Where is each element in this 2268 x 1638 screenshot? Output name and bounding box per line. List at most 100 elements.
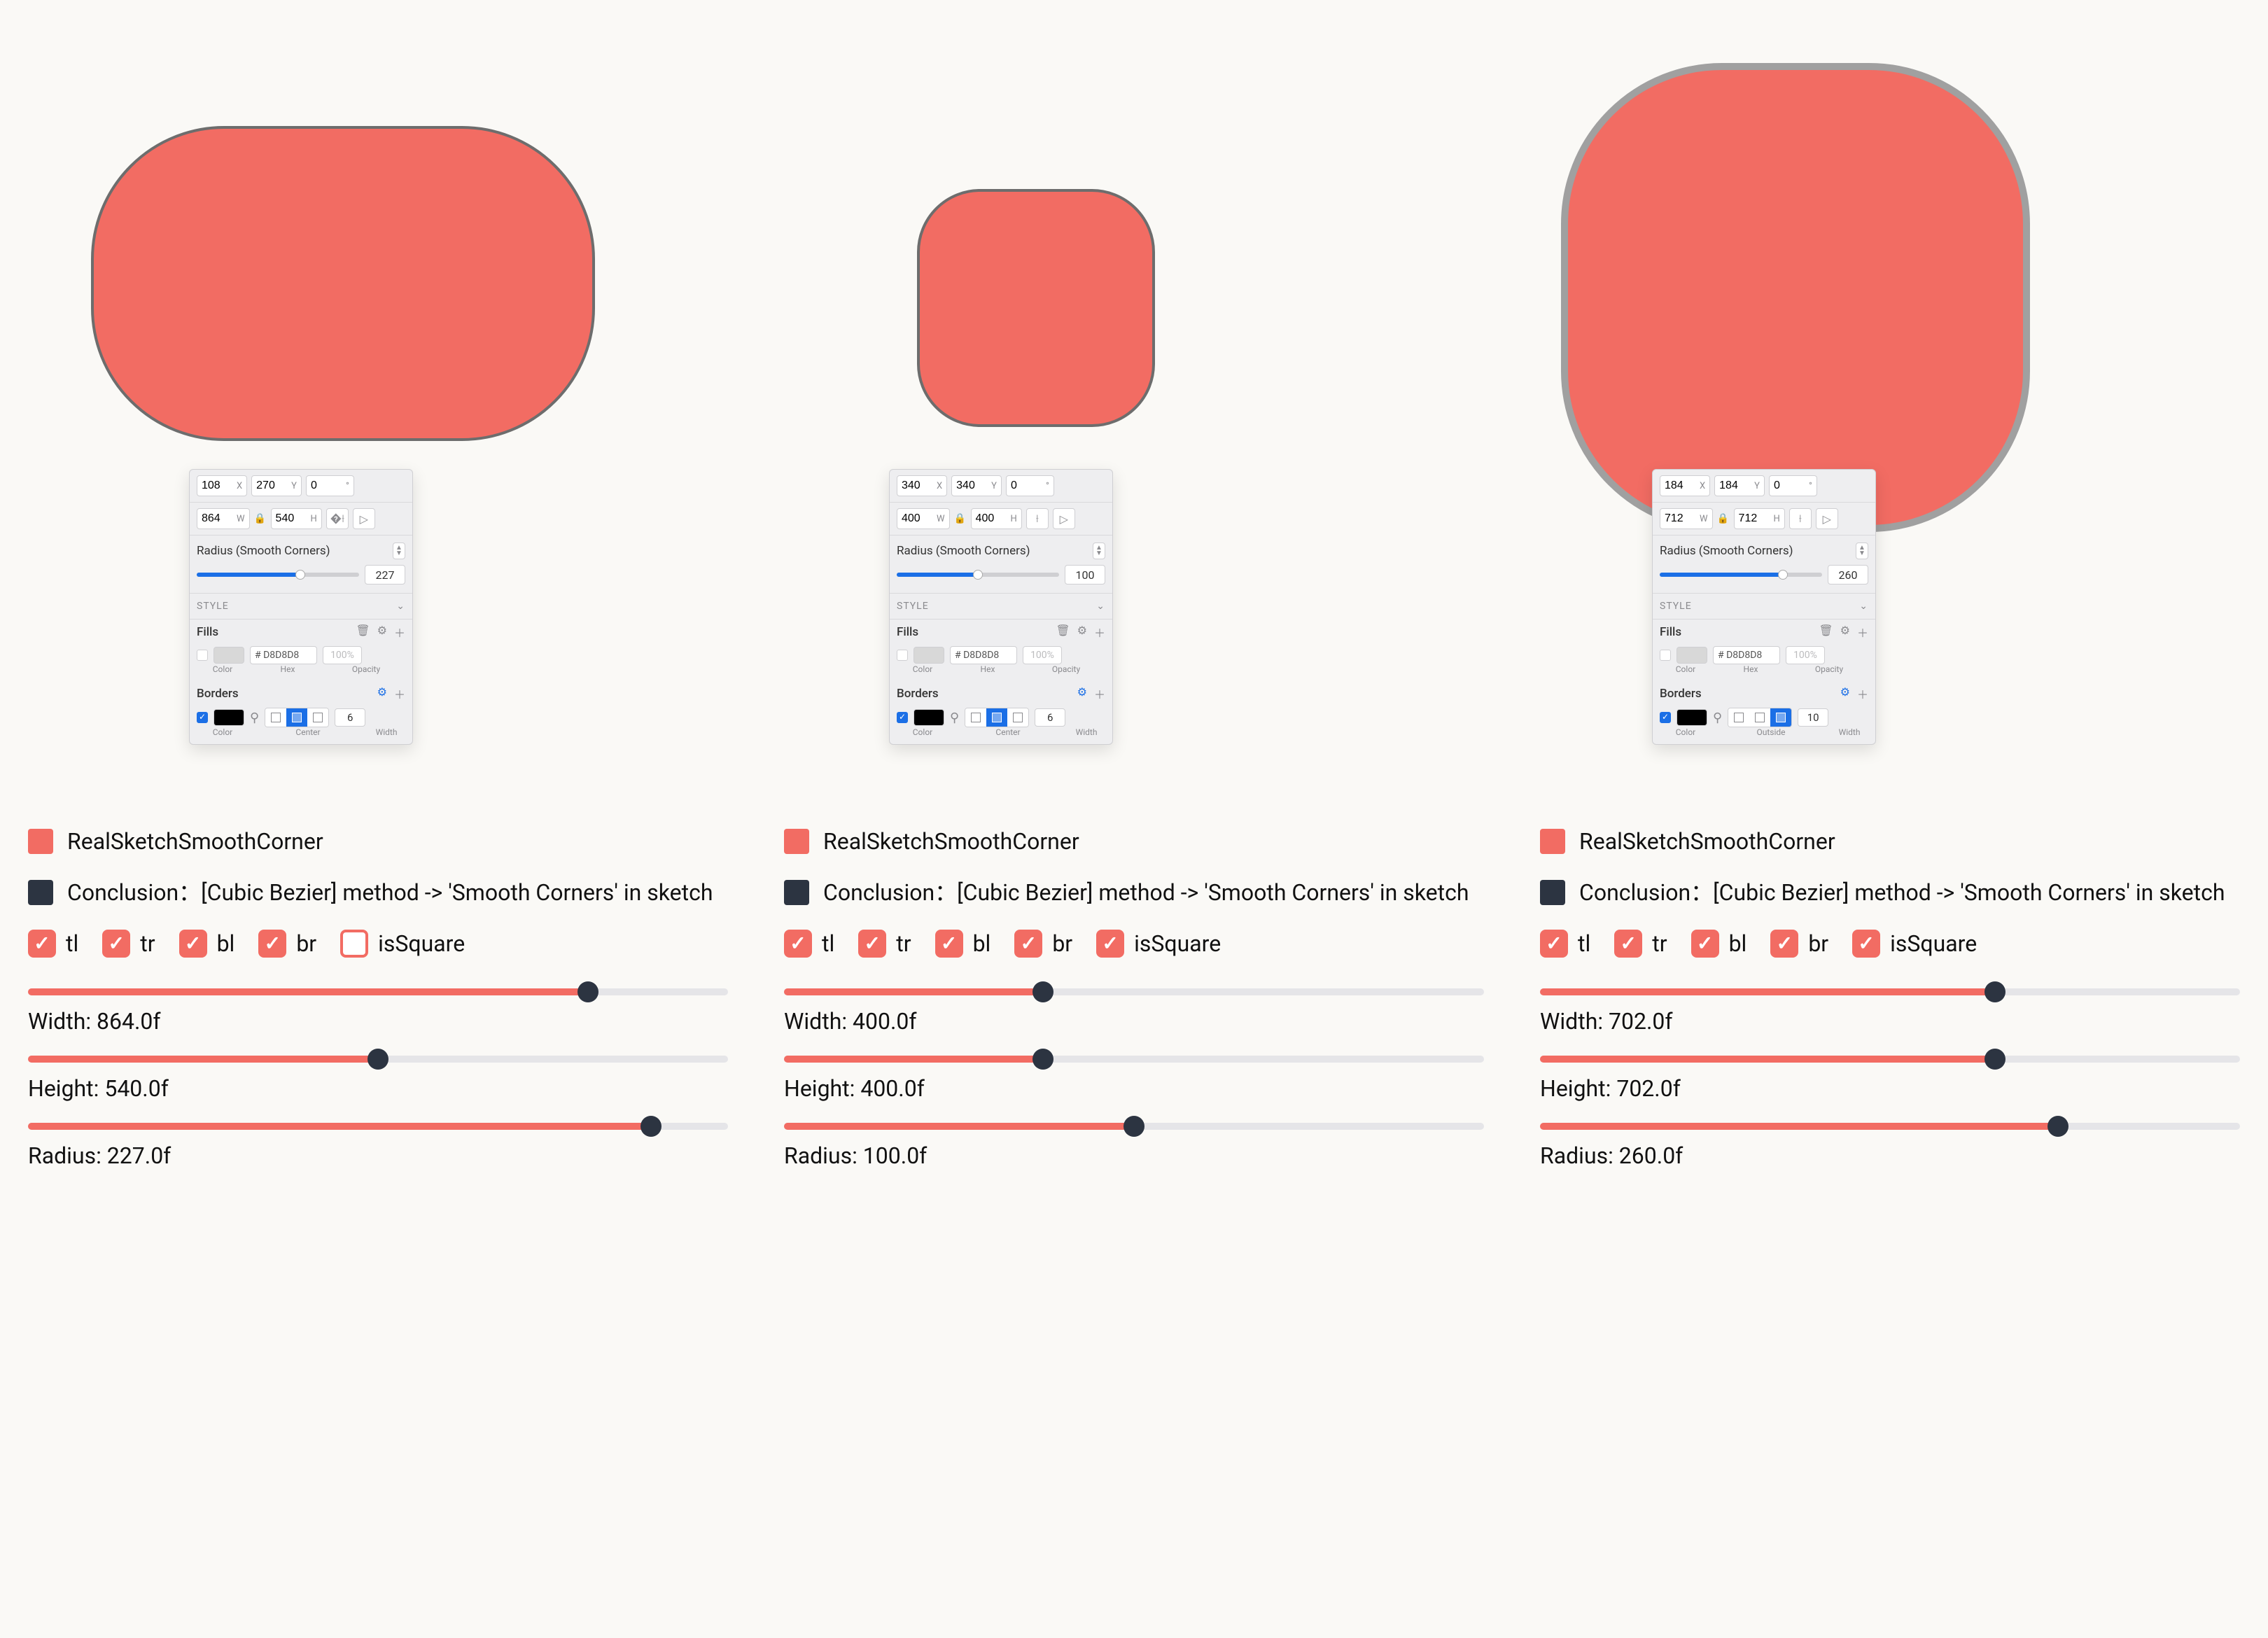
lock-icon[interactable]: 🔒 <box>254 512 267 525</box>
fill-opacity-field[interactable]: 100% <box>323 646 362 664</box>
width-slider[interactable] <box>1540 988 2240 995</box>
height-slider[interactable] <box>784 1056 1484 1063</box>
checkbox-bl[interactable] <box>179 930 207 958</box>
border-position-toggle[interactable] <box>265 708 329 727</box>
fill-hex-field[interactable]: # D8D8D8 <box>950 646 1017 664</box>
lock-icon[interactable]: 🔒 <box>954 512 967 525</box>
plus-icon[interactable]: ＋ <box>1094 624 1105 640</box>
border-inside-icon[interactable] <box>965 708 986 727</box>
fill-opacity-field[interactable]: 100% <box>1023 646 1062 664</box>
border-swatch[interactable] <box>913 709 944 726</box>
border-width-field[interactable]: 10 <box>1798 708 1828 727</box>
checkbox-bl[interactable] <box>1691 930 1719 958</box>
flip-h-button[interactable]: ⟊ <box>1789 508 1812 529</box>
link-icon[interactable]: ⚲ <box>950 710 959 725</box>
link-icon[interactable]: ⚲ <box>250 710 259 725</box>
checkbox-bl[interactable] <box>935 930 963 958</box>
checkbox-tl[interactable] <box>1540 930 1568 958</box>
radius-slider[interactable] <box>897 573 1059 577</box>
style-section-header[interactable]: STYLE⌄ <box>890 594 1112 620</box>
radius-main-slider[interactable] <box>1540 1123 2240 1130</box>
checkbox-issquare[interactable] <box>1852 930 1880 958</box>
checkbox-tr[interactable] <box>858 930 886 958</box>
gear-icon[interactable]: ⚙ <box>1840 685 1850 702</box>
radius-value[interactable]: 227 <box>365 565 405 584</box>
lock-icon[interactable]: 🔒 <box>1717 512 1730 525</box>
angle-field[interactable]: ° <box>1006 475 1054 496</box>
border-position-toggle[interactable] <box>965 708 1029 727</box>
checkbox-br[interactable] <box>1770 930 1798 958</box>
w-field[interactable]: W <box>197 508 250 529</box>
height-slider[interactable] <box>28 1056 728 1063</box>
fill-enabled-checkbox[interactable] <box>897 650 908 661</box>
border-enabled-checkbox[interactable] <box>197 712 208 723</box>
border-width-field[interactable]: 6 <box>1035 708 1065 727</box>
border-swatch[interactable] <box>1676 709 1707 726</box>
border-inside-icon[interactable] <box>265 708 286 727</box>
radius-slider[interactable] <box>197 573 359 577</box>
radius-main-slider[interactable] <box>784 1123 1484 1130</box>
angle-field[interactable]: ° <box>1769 475 1817 496</box>
fill-swatch[interactable] <box>214 647 244 664</box>
checkbox-issquare[interactable] <box>1096 930 1124 958</box>
h-field[interactable]: H <box>271 508 322 529</box>
trash-icon[interactable]: 🗑 <box>1819 624 1833 640</box>
flip-v-button[interactable]: ▷ <box>353 508 375 529</box>
fill-swatch[interactable] <box>913 647 944 664</box>
radius-value[interactable]: 260 <box>1828 565 1868 584</box>
border-inside-icon[interactable] <box>1728 708 1749 727</box>
gear-icon[interactable]: ⚙ <box>1077 624 1087 640</box>
plus-icon[interactable]: ＋ <box>1857 685 1868 702</box>
gear-icon[interactable]: ⚙ <box>377 624 387 640</box>
checkbox-tr[interactable] <box>1614 930 1642 958</box>
checkbox-br[interactable] <box>1014 930 1042 958</box>
fill-hex-field[interactable]: # D8D8D8 <box>1713 646 1780 664</box>
plus-icon[interactable]: ＋ <box>1857 624 1868 640</box>
radius-main-slider[interactable] <box>28 1123 728 1130</box>
height-slider[interactable] <box>1540 1056 2240 1063</box>
trash-icon[interactable]: 🗑 <box>1056 624 1070 640</box>
x-field[interactable]: X <box>1660 475 1710 496</box>
y-field[interactable]: Y <box>251 475 302 496</box>
border-outside-icon[interactable] <box>307 708 328 727</box>
radius-value[interactable]: 100 <box>1065 565 1105 584</box>
checkbox-br[interactable] <box>258 930 286 958</box>
flip-v-button[interactable]: ▷ <box>1816 508 1838 529</box>
angle-field[interactable]: ° <box>306 475 354 496</box>
w-field[interactable]: W <box>897 508 950 529</box>
checkbox-issquare[interactable] <box>340 930 368 958</box>
border-center-icon[interactable] <box>986 708 1007 727</box>
radius-stepper[interactable]: ▲▼ <box>1093 542 1105 559</box>
trash-icon[interactable]: 🗑 <box>356 624 370 640</box>
plus-icon[interactable]: ＋ <box>1094 685 1105 702</box>
flip-h-button[interactable]: �⟊ <box>326 508 349 529</box>
y-field[interactable]: Y <box>951 475 1002 496</box>
border-outside-icon[interactable] <box>1007 708 1028 727</box>
x-field[interactable]: X <box>897 475 947 496</box>
fill-enabled-checkbox[interactable] <box>1660 650 1671 661</box>
h-field[interactable]: H <box>1734 508 1785 529</box>
y-field[interactable]: Y <box>1714 475 1765 496</box>
border-swatch[interactable] <box>214 709 244 726</box>
x-field[interactable]: X <box>197 475 247 496</box>
border-center-icon[interactable] <box>1749 708 1770 727</box>
flip-v-button[interactable]: ▷ <box>1053 508 1075 529</box>
plus-icon[interactable]: ＋ <box>394 685 405 702</box>
gear-icon[interactable]: ⚙ <box>1077 685 1087 702</box>
width-slider[interactable] <box>784 988 1484 995</box>
checkbox-tl[interactable] <box>784 930 812 958</box>
border-enabled-checkbox[interactable] <box>1660 712 1671 723</box>
style-section-header[interactable]: STYLE ⌄ <box>190 594 412 620</box>
gear-icon[interactable]: ⚙ <box>377 685 387 702</box>
border-width-field[interactable]: 6 <box>335 708 365 727</box>
width-slider[interactable] <box>28 988 728 995</box>
fill-hex-field[interactable]: # D8D8D8 <box>250 646 317 664</box>
link-icon[interactable]: ⚲ <box>1713 710 1722 725</box>
gear-icon[interactable]: ⚙ <box>1840 624 1850 640</box>
fill-enabled-checkbox[interactable] <box>197 650 208 661</box>
border-outside-icon[interactable] <box>1770 708 1791 727</box>
radius-slider[interactable] <box>1660 573 1822 577</box>
checkbox-tl[interactable] <box>28 930 56 958</box>
fill-swatch[interactable] <box>1676 647 1707 664</box>
flip-h-button[interactable]: ⟊ <box>1026 508 1049 529</box>
